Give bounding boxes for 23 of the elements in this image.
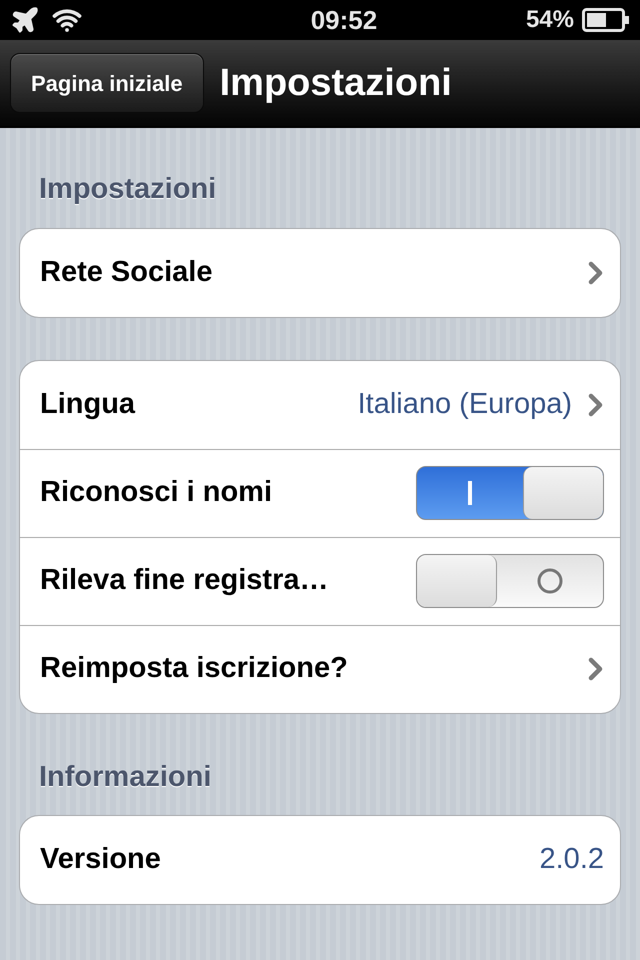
airplane-icon	[10, 5, 40, 35]
battery-percent: 54%	[526, 5, 574, 35]
off-mark-icon	[536, 567, 564, 595]
toggle-switch[interactable]	[416, 466, 604, 520]
chevron-icon	[588, 657, 604, 681]
chevron-icon	[588, 260, 604, 284]
toggle-switch[interactable]	[416, 554, 604, 608]
row-label: Riconosci i nomi	[40, 475, 272, 510]
battery-icon	[582, 8, 630, 32]
row-label[interactable]: Lingua	[40, 382, 136, 426]
section-header: Informazioni	[38, 760, 212, 794]
back-button[interactable]: Pagina iniziale	[10, 53, 204, 113]
row-value: 2.0.2	[540, 842, 604, 878]
row-label[interactable]: Rete Sociale	[40, 250, 212, 294]
row-label: Versione	[40, 842, 161, 878]
on-mark-icon	[468, 481, 472, 505]
chevron-icon	[588, 392, 604, 416]
row-label: Rileva fine registra…	[40, 563, 328, 598]
section-header: Impostazioni	[38, 172, 218, 207]
row-value: Italiano (Europa)	[358, 386, 572, 422]
status-time: 09:52	[310, 4, 378, 36]
nav-title: Impostazioni	[220, 60, 452, 106]
row-label[interactable]: Reimposta iscrizione?	[40, 647, 348, 691]
